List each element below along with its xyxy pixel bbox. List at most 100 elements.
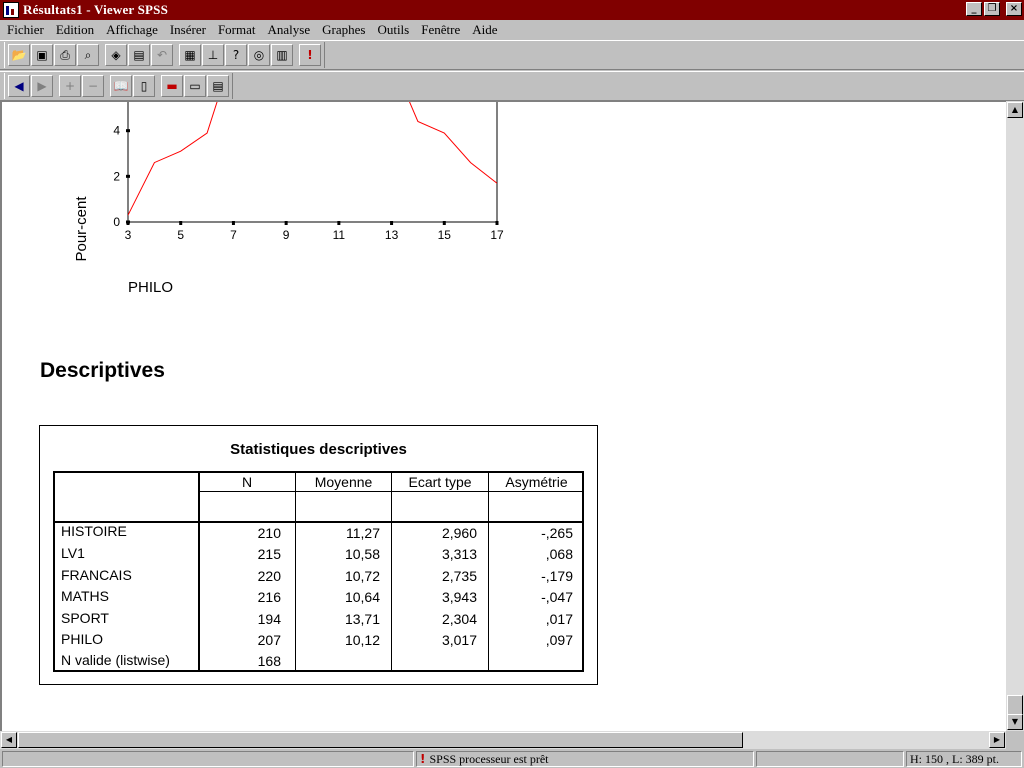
cell-moyenne: 10,72 bbox=[344, 568, 380, 584]
collapse-icon[interactable]: − bbox=[82, 75, 104, 97]
scroll-left-button[interactable]: ◀ bbox=[1, 732, 17, 748]
status-blank-pane bbox=[756, 751, 904, 767]
x-tick-mark bbox=[337, 221, 341, 225]
row-label: FRANCAIS bbox=[61, 567, 132, 583]
x-tick-label: 15 bbox=[438, 228, 452, 242]
cell-n: 207 bbox=[257, 632, 281, 648]
close-button[interactable]: × bbox=[1006, 2, 1022, 16]
menu-analyse[interactable]: Analyse bbox=[263, 22, 316, 38]
show-icon[interactable]: 📖 bbox=[110, 75, 132, 97]
percent-series-line bbox=[128, 102, 497, 216]
y-tick-mark bbox=[126, 220, 130, 224]
designate-window-icon[interactable]: ▥ bbox=[271, 44, 293, 66]
vertical-scrollbar[interactable]: ▲ ▼ bbox=[1006, 101, 1024, 731]
x-axis-title: PHILO bbox=[128, 279, 174, 296]
x-tick-mark bbox=[495, 221, 499, 225]
use-sets-icon[interactable]: ◎ bbox=[248, 44, 270, 66]
spss-viewer-window: Résultats1 - Viewer SPSS _ ❐ × Fichier E… bbox=[0, 0, 1024, 768]
cell-ecart-type: 2,960 bbox=[441, 525, 477, 541]
cell-asymetrie: ,097 bbox=[545, 632, 573, 648]
insert-text-icon[interactable]: ▤ bbox=[207, 75, 229, 97]
y-tick-mark bbox=[126, 174, 130, 178]
pivot-table-title: Statistiques descriptives bbox=[230, 441, 407, 458]
restore-button[interactable]: ❐ bbox=[984, 2, 1000, 16]
scroll-right-button[interactable]: ▶ bbox=[989, 732, 1005, 748]
cell-n: 210 bbox=[257, 525, 281, 541]
row-label: SPORT bbox=[61, 610, 109, 626]
y-tick-mark bbox=[126, 129, 130, 133]
y-tick-label: 2 bbox=[113, 169, 120, 183]
variables-icon[interactable]: ? bbox=[225, 44, 247, 66]
cell-moyenne: 10,12 bbox=[344, 632, 380, 648]
status-message: SPSS processeur est prêt bbox=[429, 751, 549, 766]
window-title: Résultats1 - Viewer SPSS bbox=[23, 2, 169, 17]
descriptives-pivot-table[interactable]: Statistiques descriptives N Moyenne Ecar… bbox=[39, 425, 598, 685]
menu-format[interactable]: Format bbox=[213, 22, 261, 38]
scroll-down-button[interactable]: ▼ bbox=[1007, 714, 1023, 730]
output-document[interactable]: Pour-cent 3 5 7 9 11 13 15 17 0 2 4 PHILO Descript… bbox=[0, 101, 1006, 731]
cell-n: 216 bbox=[257, 589, 281, 605]
promote-icon[interactable]: ◀ bbox=[8, 75, 30, 97]
menu-affichage[interactable]: Affichage bbox=[101, 22, 163, 38]
print-preview-icon[interactable]: ⌕ bbox=[77, 44, 99, 66]
cell-ecart-type: 3,017 bbox=[441, 632, 477, 648]
vertical-scroll-thumb[interactable] bbox=[1007, 695, 1023, 715]
cell-n: 194 bbox=[257, 611, 281, 627]
goto-case-icon[interactable]: ⊥ bbox=[202, 44, 224, 66]
recall-dialog-icon[interactable]: ▤ bbox=[128, 44, 150, 66]
menu-bar: Fichier Edition Affichage Insérer Format… bbox=[0, 20, 1024, 40]
cell-asymetrie: ,017 bbox=[545, 611, 573, 627]
cell-ecart-type: 3,313 bbox=[441, 546, 477, 562]
status-position: H: 150 , L: 389 pt. bbox=[910, 751, 999, 766]
status-bar: ! SPSS processeur est prêt H: 150 , L: 3… bbox=[0, 749, 1024, 768]
undo-icon[interactable]: ↶ bbox=[151, 44, 173, 66]
statistics-grid: N Moyenne Ecart type Asymétrie HISTOIRE … bbox=[53, 471, 584, 672]
descriptives-heading[interactable]: Descriptives bbox=[40, 359, 165, 383]
open-icon[interactable]: 📂 bbox=[8, 44, 30, 66]
x-tick-label: 13 bbox=[385, 228, 399, 242]
cell-moyenne: 11,27 bbox=[346, 525, 380, 541]
insert-heading-icon[interactable]: ▬ bbox=[161, 75, 183, 97]
x-tick-label: 7 bbox=[230, 228, 237, 242]
goto-data-icon[interactable]: ▦ bbox=[179, 44, 201, 66]
demote-icon[interactable]: ▶ bbox=[31, 75, 53, 97]
expand-icon[interactable]: + bbox=[59, 75, 81, 97]
menu-aide[interactable]: Aide bbox=[467, 22, 502, 38]
x-tick-label: 5 bbox=[177, 228, 184, 242]
menu-edition[interactable]: Edition bbox=[51, 22, 99, 38]
horizontal-scrollbar[interactable]: ◀ ▶ bbox=[0, 731, 1006, 749]
x-tick-mark bbox=[284, 221, 288, 225]
y-tick-label: 4 bbox=[113, 124, 120, 138]
menu-inserer[interactable]: Insérer bbox=[165, 22, 211, 38]
spss-app-icon[interactable] bbox=[3, 2, 19, 18]
title-bar[interactable]: Résultats1 - Viewer SPSS _ ❐ × bbox=[0, 0, 1024, 20]
print-icon[interactable]: ⎙ bbox=[54, 44, 76, 66]
warning-icon[interactable]: ! bbox=[299, 44, 321, 66]
export-icon[interactable]: ◈ bbox=[105, 44, 127, 66]
insert-title-icon[interactable]: ▭ bbox=[184, 75, 206, 97]
column-header-n: N bbox=[241, 474, 253, 490]
cell-n: 168 bbox=[257, 653, 281, 669]
main-toolbar: 📂 ▣ ⎙ ⌕ ◈ ▤ ↶ ▦ ⊥ ? ◎ ▥ ! bbox=[0, 40, 1024, 70]
scroll-up-button[interactable]: ▲ bbox=[1007, 102, 1023, 118]
processor-warning-icon: ! bbox=[420, 752, 426, 766]
cell-asymetrie: -,265 bbox=[541, 525, 573, 541]
menu-graphes[interactable]: Graphes bbox=[317, 22, 370, 38]
scrollbar-corner bbox=[1006, 731, 1024, 749]
cell-moyenne: 13,71 bbox=[344, 611, 380, 627]
x-tick-mark bbox=[179, 221, 183, 225]
x-tick-mark bbox=[231, 221, 235, 225]
menu-fichier[interactable]: Fichier bbox=[2, 22, 49, 38]
row-label: PHILO bbox=[61, 631, 104, 647]
minimize-button[interactable]: _ bbox=[966, 2, 982, 16]
cell-ecart-type: 3,943 bbox=[441, 589, 477, 605]
row-label: N valide (listwise) bbox=[61, 652, 170, 668]
save-icon[interactable]: ▣ bbox=[31, 44, 53, 66]
cell-ecart-type: 2,304 bbox=[441, 611, 477, 627]
column-header-ecart-type: Ecart type bbox=[408, 474, 472, 490]
menu-outils[interactable]: Outils bbox=[372, 22, 414, 38]
cell-n: 215 bbox=[257, 546, 281, 562]
hide-icon[interactable]: ▯ bbox=[133, 75, 155, 97]
menu-fenetre[interactable]: Fenêtre bbox=[416, 22, 465, 38]
horizontal-scroll-thumb[interactable] bbox=[18, 732, 743, 748]
